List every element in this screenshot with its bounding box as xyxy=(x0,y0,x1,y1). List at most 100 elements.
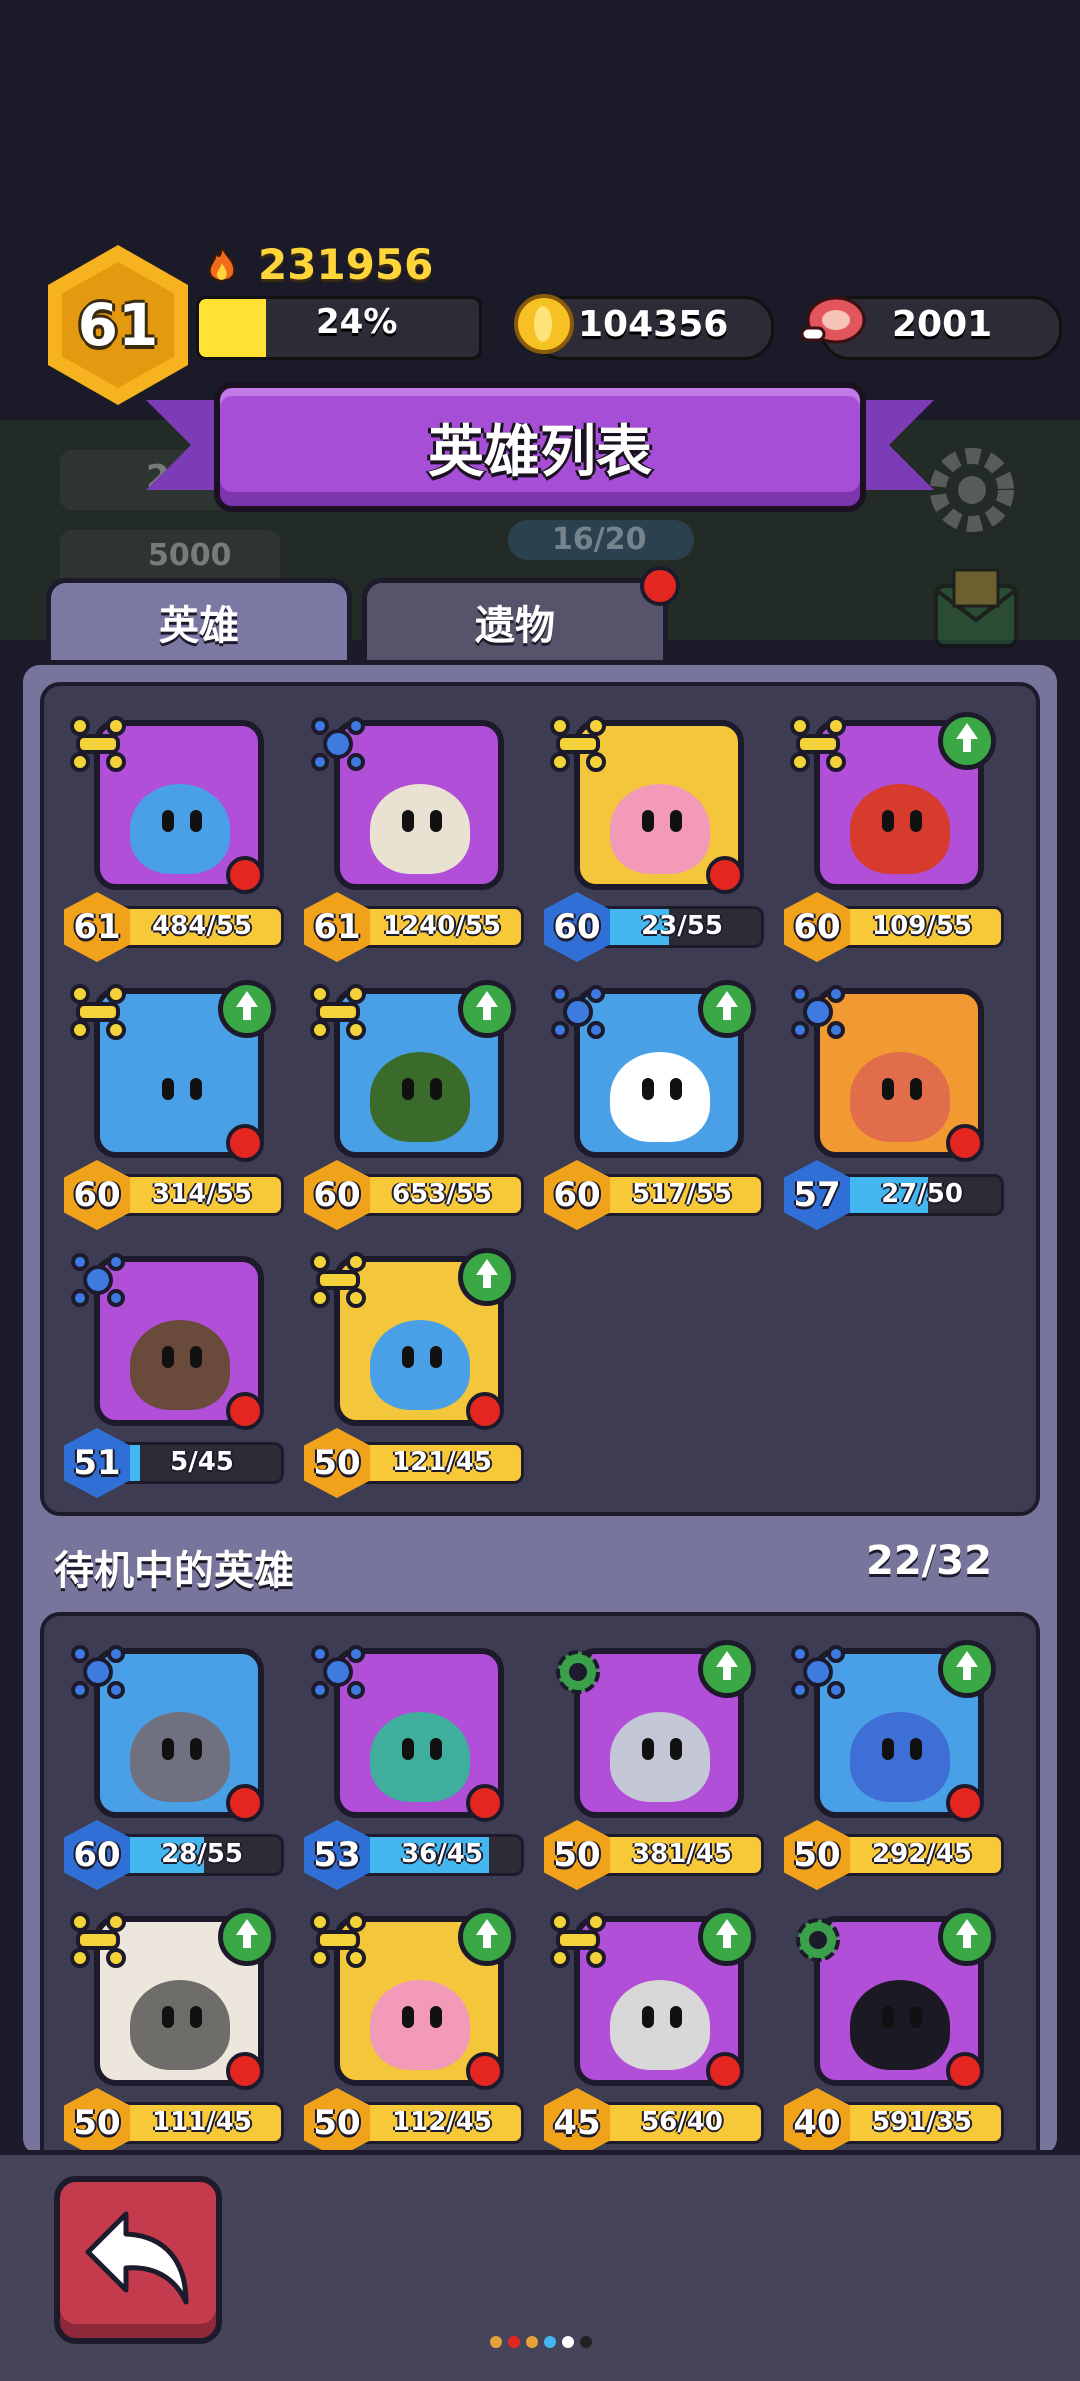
tab-relics[interactable]: 遗物 xyxy=(362,578,668,660)
upgrade-arrow-icon xyxy=(938,1640,996,1698)
hero-progress-bar: 56/40 xyxy=(600,2102,764,2144)
hero-card[interactable]: 1240/55 61 xyxy=(304,717,524,962)
hero-progress-bar: 517/55 xyxy=(600,1174,764,1216)
crossed-bones-icon xyxy=(68,982,128,1042)
crossed-bones-icon xyxy=(548,714,608,774)
hero-card[interactable]: 112/45 50 xyxy=(304,1908,524,2158)
hero-progress-text: 28/55 xyxy=(161,1839,243,1869)
gear-icon[interactable] xyxy=(922,440,1022,540)
hero-card[interactable]: 5/45 51 xyxy=(64,1253,284,1498)
hero-eye xyxy=(430,1346,442,1368)
notification-dot xyxy=(946,1784,984,1822)
hero-level: 60 xyxy=(64,1160,130,1230)
hero-progress-bar: 111/45 xyxy=(120,2102,284,2144)
hero-face xyxy=(850,1980,950,2070)
hero-progress-text: 23/55 xyxy=(641,911,723,941)
notification-dot xyxy=(946,2052,984,2090)
notification-dot xyxy=(946,1124,984,1162)
hero-card[interactable]: 314/55 60 xyxy=(64,980,284,1230)
hero-level: 60 xyxy=(544,892,610,962)
hero-card[interactable]: 591/35 40 xyxy=(784,1908,1004,2158)
crossed-bones-icon xyxy=(68,714,128,774)
hero-progress-bar: 5/45 xyxy=(120,1442,284,1484)
hero-progress-text: 111/45 xyxy=(152,2107,252,2137)
hero-progress-text: 381/45 xyxy=(632,1839,732,1869)
hero-card[interactable]: 653/55 60 xyxy=(304,980,524,1230)
hero-eye xyxy=(642,2006,654,2028)
hero-eye xyxy=(190,1738,202,1760)
hero-card[interactable]: 121/45 50 xyxy=(304,1248,524,1498)
hero-card[interactable]: 109/55 60 xyxy=(784,712,1004,962)
standby-heroes-count: 22/32 xyxy=(866,1538,992,1584)
back-button[interactable] xyxy=(54,2176,222,2344)
hero-eye xyxy=(430,1078,442,1100)
hero-card[interactable]: 517/55 60 xyxy=(544,980,764,1230)
hero-eye xyxy=(190,810,202,832)
notification-dot xyxy=(226,1784,264,1822)
hero-eye xyxy=(402,1078,414,1100)
hero-progress-bar: 112/45 xyxy=(360,2102,524,2144)
ghost-capacity: 16/20 xyxy=(552,522,647,557)
power-value: 231956 xyxy=(258,240,434,289)
hero-progress-bar: 121/45 xyxy=(360,1442,524,1484)
hero-progress-text: 1240/55 xyxy=(382,911,502,941)
hero-eye xyxy=(882,810,894,832)
hero-face xyxy=(370,1320,470,1410)
crossed-bones-icon xyxy=(548,1910,608,1970)
hero-eye xyxy=(190,1346,202,1368)
upgrade-arrow-icon xyxy=(698,1908,756,1966)
green-gear-icon xyxy=(548,1642,608,1702)
hero-card[interactable]: 292/45 50 xyxy=(784,1640,1004,1890)
hero-eye xyxy=(430,2006,442,2028)
upgrade-arrow-icon xyxy=(458,980,516,1038)
hero-card[interactable]: 36/45 53 xyxy=(304,1645,524,1890)
hero-progress-text: 27/50 xyxy=(881,1179,963,1209)
hero-eye xyxy=(642,1738,654,1760)
crossed-bones-icon xyxy=(308,1250,368,1310)
hero-eye xyxy=(402,1346,414,1368)
upgrade-arrow-icon xyxy=(938,712,996,770)
hero-eye xyxy=(642,810,654,832)
hero-face xyxy=(610,1980,710,2070)
hero-eye xyxy=(162,2006,174,2028)
hero-card[interactable]: 27/50 57 xyxy=(784,985,1004,1230)
page-dot xyxy=(580,2336,592,2348)
tab-heroes[interactable]: 英雄 xyxy=(46,578,352,660)
hero-level: 50 xyxy=(544,1820,610,1890)
ghost-value-2: 5000 xyxy=(148,538,232,573)
notification-dot xyxy=(706,2052,744,2090)
hero-face xyxy=(850,1712,950,1802)
hero-card[interactable]: 28/55 60 xyxy=(64,1645,284,1890)
hero-progress-text: 292/45 xyxy=(872,1839,972,1869)
hero-card[interactable]: 484/55 61 xyxy=(64,716,284,962)
hero-progress-text: 5/45 xyxy=(170,1447,234,1477)
hero-face xyxy=(130,1052,230,1142)
hero-card[interactable]: 23/55 60 xyxy=(544,716,764,962)
hero-card[interactable]: 381/45 50 xyxy=(544,1640,764,1890)
crossed-bones-icon xyxy=(308,1910,368,1970)
hero-level: 60 xyxy=(64,1820,130,1890)
notification-dot xyxy=(706,856,744,894)
notification-dot xyxy=(466,1392,504,1430)
hero-eye xyxy=(882,1738,894,1760)
hero-eye xyxy=(190,2006,202,2028)
hero-progress-bar: 36/45 xyxy=(360,1834,524,1876)
notification-dot xyxy=(466,2052,504,2090)
hero-eye xyxy=(162,1346,174,1368)
page-indicator xyxy=(490,2336,592,2350)
tab-relics-notification-dot xyxy=(640,566,680,606)
page-dot xyxy=(562,2336,574,2348)
hero-card[interactable]: 111/45 50 xyxy=(64,1908,284,2158)
upgrade-arrow-icon xyxy=(218,980,276,1038)
hero-level: 57 xyxy=(784,1160,850,1230)
crossed-swords-blue-icon xyxy=(308,714,368,774)
hero-face xyxy=(850,784,950,874)
hero-progress-bar: 109/55 xyxy=(840,906,1004,948)
upgrade-arrow-icon xyxy=(938,1908,996,1966)
mail-icon[interactable] xyxy=(930,566,1022,652)
hero-eye xyxy=(162,1738,174,1760)
hero-eye xyxy=(910,810,922,832)
hero-card[interactable]: 56/40 45 xyxy=(544,1908,764,2158)
hero-face xyxy=(370,1980,470,2070)
hero-progress-bar: 28/55 xyxy=(120,1834,284,1876)
